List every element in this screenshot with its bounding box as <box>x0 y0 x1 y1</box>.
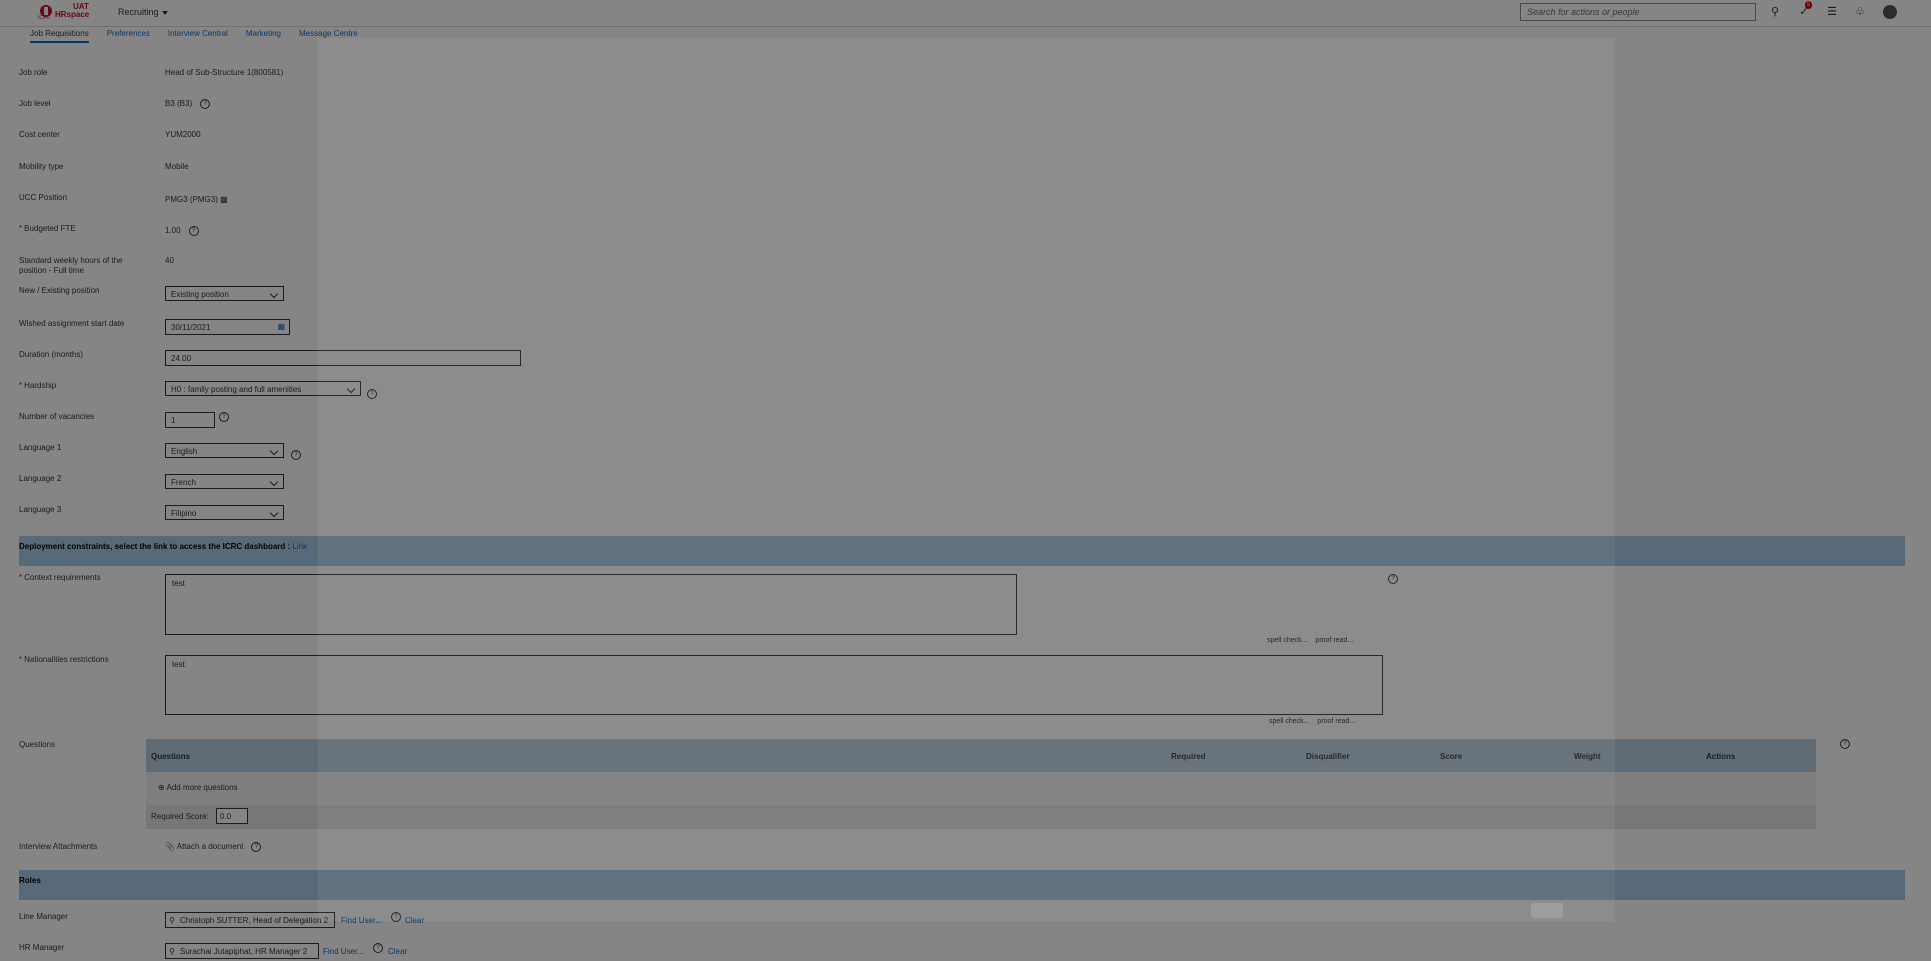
modal-dialog <box>318 38 1615 921</box>
dialog-button[interactable] <box>1531 903 1563 918</box>
